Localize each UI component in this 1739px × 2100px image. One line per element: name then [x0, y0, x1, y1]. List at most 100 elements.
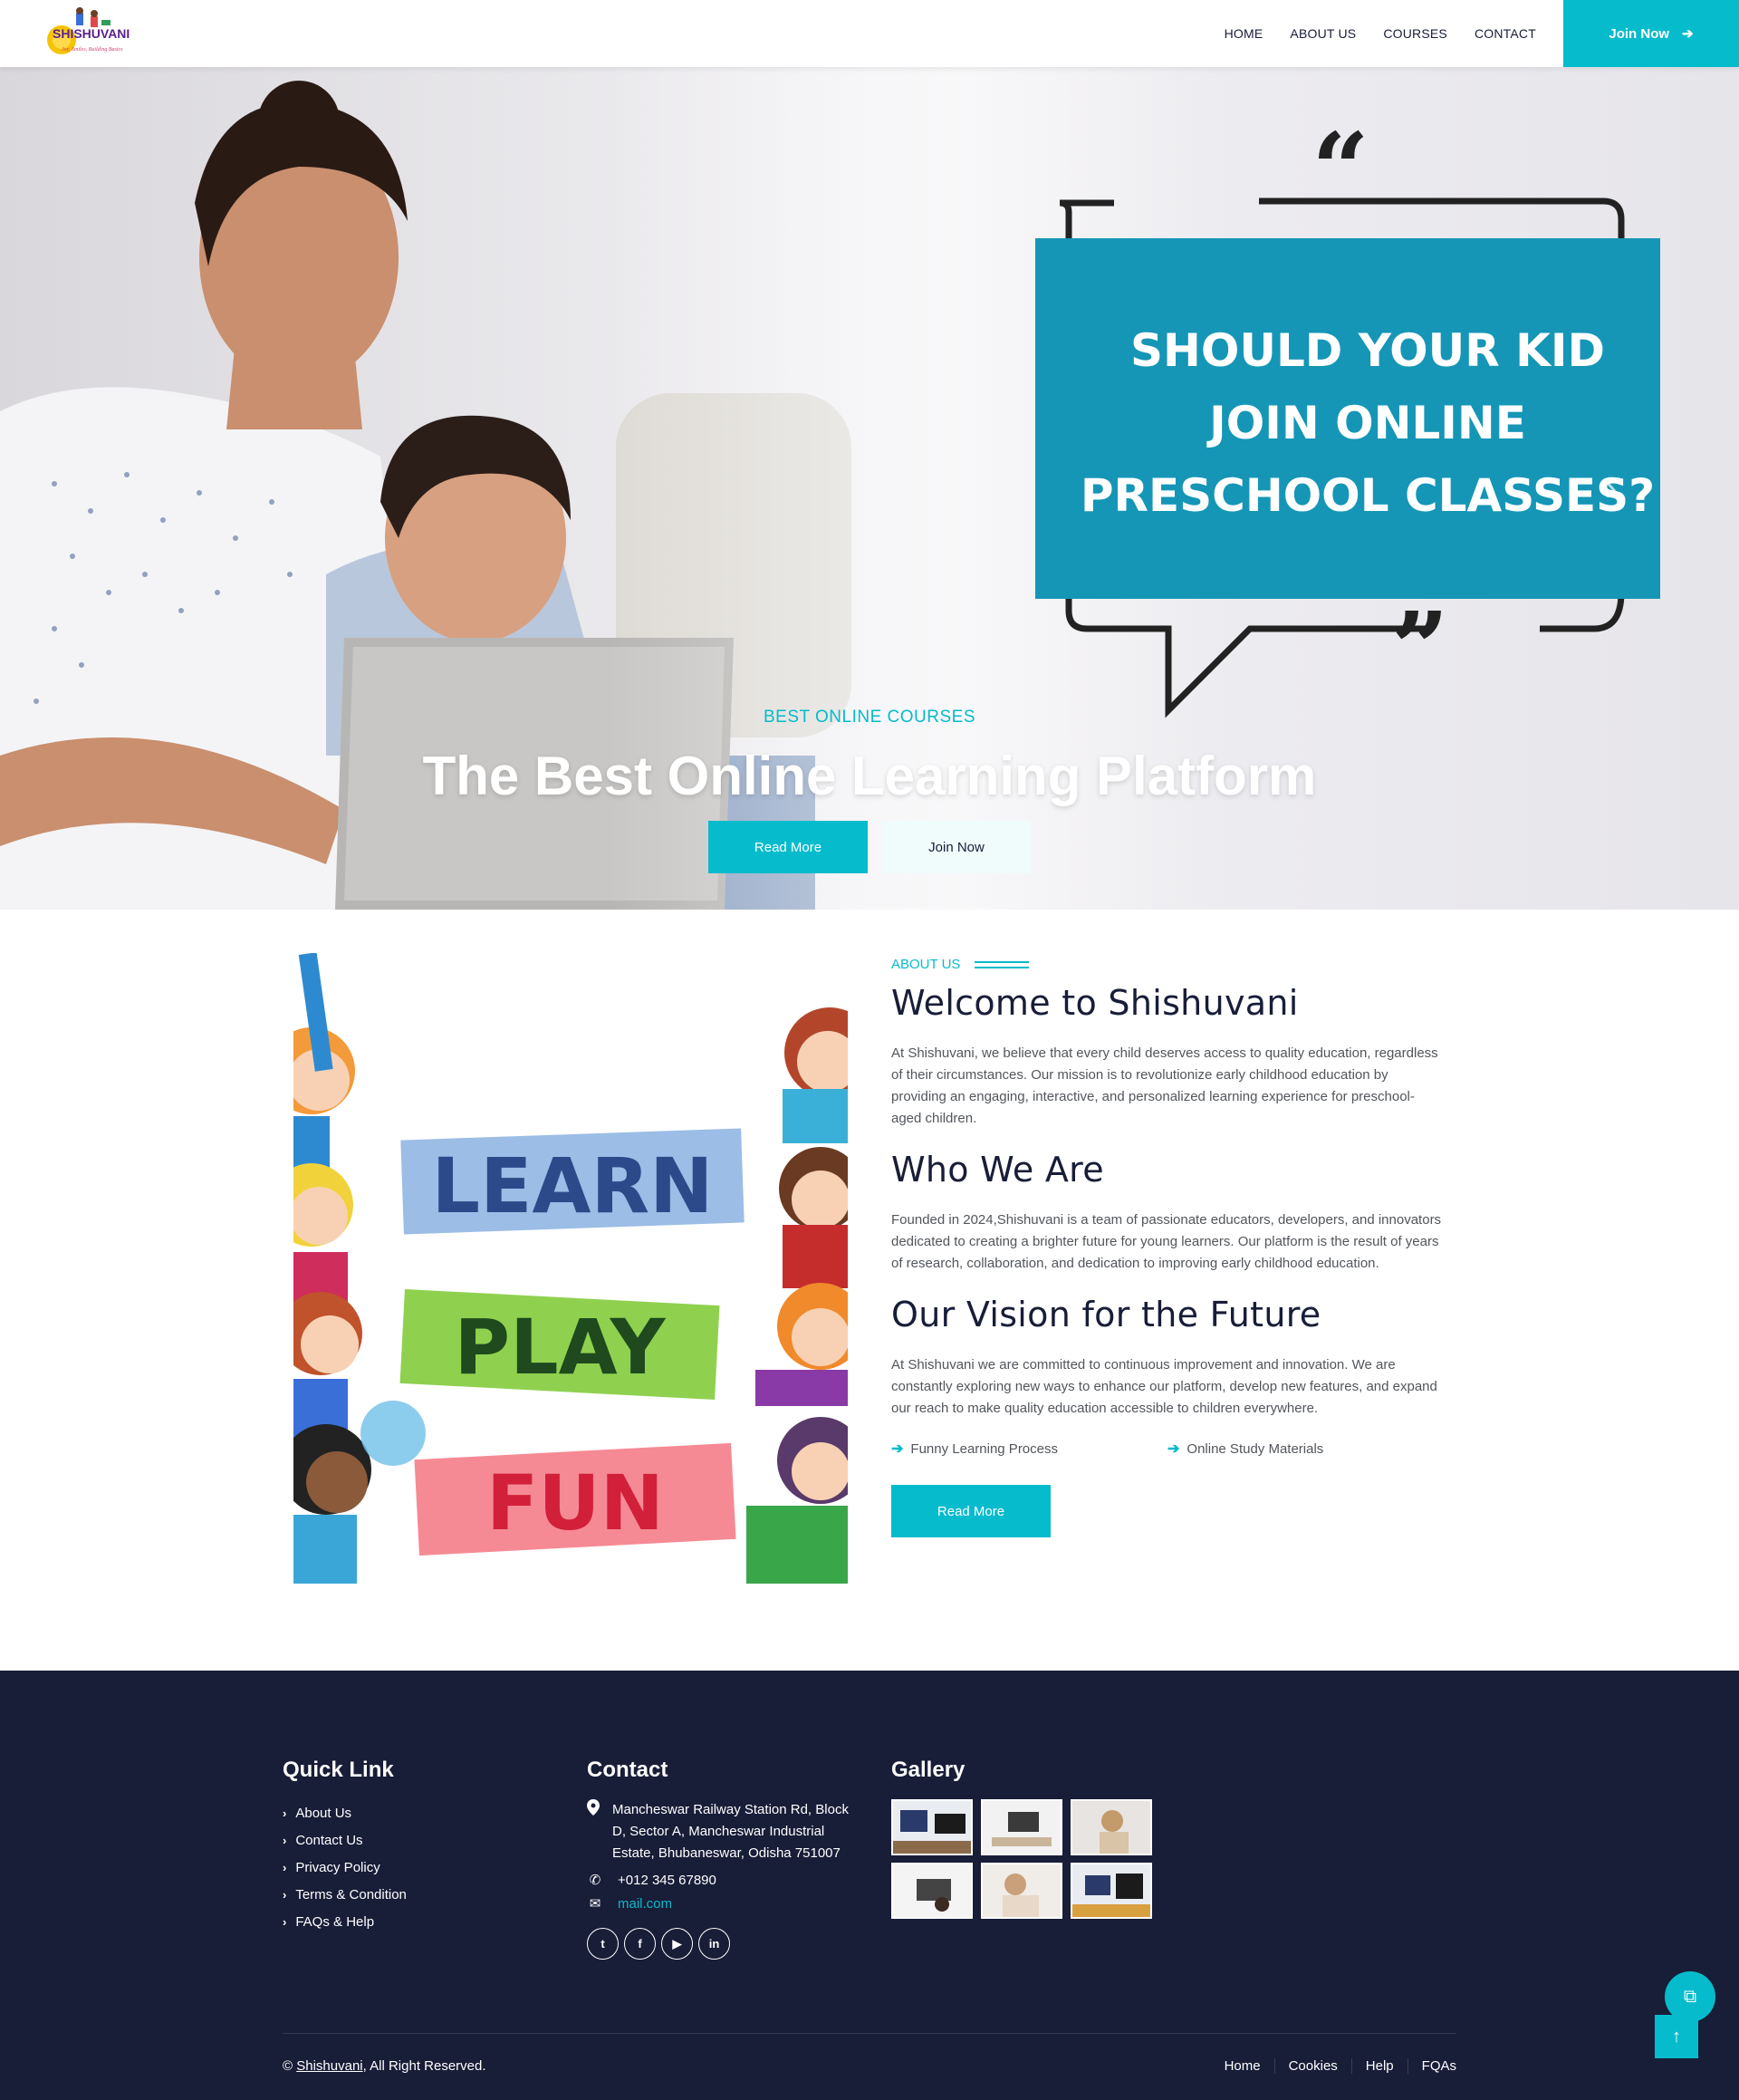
- brand-name: SHISHUVANI: [53, 26, 130, 41]
- footer-link-about[interactable]: › About Us: [283, 1799, 554, 1826]
- hero-subtitle: BEST ONLINE COURSES: [763, 708, 976, 727]
- footer: Quick Link › About Us › Contact Us › Privac…: [0, 1671, 1739, 2100]
- nav-courses[interactable]: COURSES: [1383, 26, 1447, 41]
- about-image-word-1: LEARN: [432, 1142, 714, 1230]
- footer-link-terms[interactable]: › Terms & Condition: [283, 1881, 554, 1908]
- footer-link-label: About Us: [295, 1805, 352, 1821]
- quote-open-icon: “: [1311, 111, 1369, 227]
- gallery-image[interactable]: [981, 1863, 1062, 1919]
- footer-bottom-help[interactable]: Help: [1352, 2058, 1408, 2074]
- who-we-are-text: Founded in 2024,Shishuvani is a team of …: [891, 1212, 1442, 1271]
- youtube-icon[interactable]: ▶: [661, 1928, 693, 1960]
- brand-logo[interactable]: SHISHUVANI Joy, Smiles, Building Basics: [42, 4, 159, 63]
- vision-heading: Our Vision for the Future: [891, 1295, 1321, 1334]
- hero-carousel: “ ” SHOULD YOUR KID JOIN ONLINE PRESCHOO…: [0, 67, 1739, 910]
- about-label: ABOUT US: [891, 957, 1444, 972]
- footer-quick-links: Quick Link › About Us › Contact Us › Privac…: [283, 1758, 554, 1935]
- navbar: SHISHUVANI Joy, Smiles, Building Basics …: [0, 0, 1739, 67]
- facebook-icon[interactable]: f: [624, 1928, 656, 1960]
- chevron-right-icon: ›: [283, 1887, 287, 1902]
- twitter-icon[interactable]: t: [587, 1928, 619, 1960]
- about-heading: Welcome to Shishuvani: [891, 983, 1299, 1023]
- footer-bottom-cookies[interactable]: Cookies: [1275, 2058, 1352, 2074]
- back-to-top-button[interactable]: ↑: [1655, 2015, 1698, 2058]
- footer-contact: Contact Mancheswar Railway Station Rd, B…: [587, 1758, 859, 1960]
- social-links: t f ▶ in: [587, 1928, 859, 1960]
- gallery-image[interactable]: [1071, 1863, 1152, 1919]
- quick-links-title: Quick Link: [283, 1758, 394, 1782]
- chat-icon: ⧉: [1683, 1986, 1697, 2007]
- gallery-image[interactable]: [891, 1863, 973, 1919]
- feature-item: ➔ Funny Learning Process: [891, 1440, 1167, 1458]
- feature-list: ➔ Funny Learning Process ➔ Online Study …: [891, 1440, 1444, 1458]
- arrow-right-icon: ➔: [1682, 26, 1694, 42]
- footer-bottom-links: Home Cookies Help FQAs: [1211, 2058, 1456, 2074]
- hero-image-line1: SHOULD YOUR KID: [1130, 324, 1605, 377]
- footer-bottom-home[interactable]: Home: [1211, 2058, 1275, 2074]
- email-text: mail.com: [618, 1895, 673, 1912]
- hero-image-line2: JOIN ONLINE: [1206, 397, 1526, 449]
- nav-home[interactable]: HOME: [1225, 26, 1263, 41]
- phone-text: +012 345 67890: [618, 1872, 716, 1888]
- nav-menu: HOME ABOUT US COURSES CONTACT: [1225, 0, 1536, 67]
- join-now-label: Join Now: [1609, 25, 1670, 42]
- map-pin-icon: [587, 1799, 600, 1864]
- chevron-right-icon: ›: [283, 1833, 287, 1847]
- contact-email[interactable]: ✉ mail.com: [587, 1895, 859, 1912]
- gallery-grid: [891, 1799, 1163, 1919]
- hero-join-now-button[interactable]: Join Now: [882, 821, 1031, 873]
- envelope-icon: ✉: [589, 1896, 601, 1912]
- nav-contact[interactable]: CONTACT: [1475, 26, 1536, 41]
- about-intro: At Shishuvani, we believe that every chi…: [891, 1045, 1438, 1126]
- address-text: Mancheswar Railway Station Rd, Block D, …: [612, 1802, 849, 1861]
- footer-bottom-faqs[interactable]: FQAs: [1408, 2058, 1456, 2074]
- arrow-right-icon: ➔: [891, 1441, 904, 1457]
- copyright-symbol: ©: [283, 2058, 293, 2074]
- chevron-right-icon: ›: [283, 1860, 287, 1874]
- hero-read-more-button[interactable]: Read More: [708, 821, 868, 873]
- contact-phone[interactable]: ✆ +012 345 67890: [587, 1872, 859, 1889]
- gallery-image[interactable]: [981, 1799, 1062, 1855]
- label-divider: [975, 960, 1030, 968]
- hero-image-line3: PRESCHOOL CLASSES?: [1081, 469, 1655, 522]
- footer-link-contact[interactable]: › Contact Us: [283, 1826, 554, 1854]
- copyright-brand-link[interactable]: Shishuvani: [296, 2058, 362, 2074]
- about-image: LEARN PLAY FUN: [293, 953, 848, 1584]
- brand-tagline: Joy, Smiles, Building Basics: [62, 47, 123, 53]
- about-image-word-2: PLAY: [455, 1303, 667, 1392]
- footer-link-faqs[interactable]: › FAQs & Help: [283, 1908, 554, 1935]
- feature-item: ➔ Online Study Materials: [1167, 1440, 1444, 1458]
- join-now-button[interactable]: Join Now ➔: [1563, 0, 1739, 67]
- contact-title: Contact: [587, 1758, 668, 1782]
- quote-close-icon: ”: [1391, 590, 1448, 707]
- who-we-are-heading: Who We Are: [891, 1150, 1104, 1190]
- about-section: ABOUT US Welcome to Shishuvani At Shishu…: [891, 953, 1444, 1537]
- arrow-right-icon: ➔: [1167, 1441, 1180, 1457]
- phone-icon: ✆: [589, 1873, 601, 1888]
- nav-about[interactable]: ABOUT US: [1290, 26, 1356, 41]
- chevron-right-icon: ›: [283, 1914, 287, 1929]
- copyright: © Shishuvani, All Right Reserved.: [283, 2058, 486, 2074]
- footer-divider: [283, 2033, 1456, 2034]
- footer-link-label: Contact Us: [295, 1832, 363, 1848]
- feature-label: Funny Learning Process: [910, 1440, 1058, 1457]
- carousel-next-icon[interactable]: ›: [1605, 468, 1617, 508]
- copyright-text: , All Right Reserved.: [362, 2058, 486, 2074]
- hero-title: The Best Online Learning Platform: [422, 746, 1317, 806]
- gallery-image[interactable]: [891, 1799, 973, 1855]
- footer-gallery: Gallery: [891, 1758, 1163, 1919]
- contact-address: Mancheswar Railway Station Rd, Block D, …: [587, 1799, 859, 1864]
- footer-link-privacy[interactable]: › Privacy Policy: [283, 1854, 554, 1881]
- about-image-word-3: FUN: [486, 1459, 664, 1547]
- gallery-title: Gallery: [891, 1758, 966, 1782]
- about-read-more-button[interactable]: Read More: [891, 1485, 1051, 1537]
- linkedin-icon[interactable]: in: [698, 1928, 730, 1960]
- footer-link-label: FAQs & Help: [295, 1913, 375, 1930]
- feature-label: Online Study Materials: [1187, 1440, 1324, 1457]
- arrow-up-icon: ↑: [1672, 2026, 1681, 2047]
- gallery-image[interactable]: [1071, 1799, 1152, 1855]
- vision-text: At Shishuvani we are committed to contin…: [891, 1357, 1437, 1416]
- about-label-text: ABOUT US: [891, 957, 961, 972]
- chevron-right-icon: ›: [283, 1806, 287, 1820]
- footer-link-label: Terms & Condition: [295, 1886, 407, 1903]
